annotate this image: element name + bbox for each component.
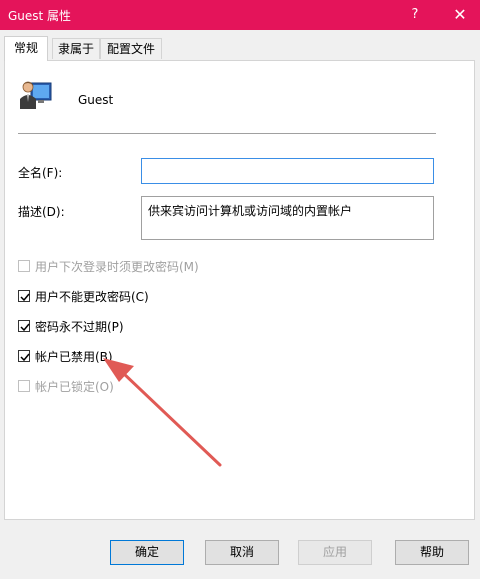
tab-general[interactable]: 常规 — [4, 36, 48, 61]
description-label: 描述(D): — [18, 205, 65, 219]
help-button[interactable]: 帮助 — [395, 540, 469, 565]
checkbox-label: 用户不能更改密码(C) — [35, 290, 149, 304]
checkbox-box[interactable] — [18, 290, 30, 302]
tab-profile[interactable]: 配置文件 — [100, 38, 162, 59]
checkbox-label: 帐户已禁用(B) — [35, 350, 113, 364]
header-divider — [18, 133, 436, 134]
checkmark-icon — [20, 323, 30, 332]
fullname-input[interactable] — [141, 158, 434, 184]
help-title-button[interactable]: ? — [404, 4, 426, 26]
general-tab-panel: Guest 全名(F): 描述(D): 供来宾访问计算机或访问域的内置帐户 用户… — [4, 60, 475, 520]
checkbox-label: 用户下次登录时须更改密码(M) — [35, 260, 199, 274]
properties-dialog: Guest 属性 ? ✕ 常规 隶属于 配置文件 Guest 全名(F): 描述… — [0, 0, 480, 579]
checkmark-icon — [20, 353, 30, 362]
tab-member-of[interactable]: 隶属于 — [52, 38, 100, 59]
tab-bar: 常规 隶属于 配置文件 — [0, 30, 480, 61]
ok-button[interactable]: 确定 — [110, 540, 184, 565]
close-button[interactable]: ✕ — [448, 4, 472, 26]
checkbox-box[interactable] — [18, 320, 30, 332]
user-account-icon — [20, 81, 52, 109]
checkbox-label: 密码永不过期(P) — [35, 320, 124, 334]
description-input[interactable]: 供来宾访问计算机或访问域的内置帐户 — [141, 196, 434, 240]
title-bar[interactable]: Guest 属性 ? ✕ — [0, 0, 480, 30]
window-title: Guest 属性 — [8, 9, 72, 23]
checkbox-box — [18, 260, 30, 272]
checkbox-label: 帐户已锁定(O) — [35, 380, 114, 394]
username-label: Guest — [78, 93, 114, 107]
checkbox-box[interactable] — [18, 350, 30, 362]
checkbox-box — [18, 380, 30, 392]
cancel-button[interactable]: 取消 — [205, 540, 279, 565]
fullname-label: 全名(F): — [18, 166, 63, 180]
checkmark-icon — [20, 293, 30, 302]
apply-button[interactable]: 应用 — [298, 540, 372, 565]
